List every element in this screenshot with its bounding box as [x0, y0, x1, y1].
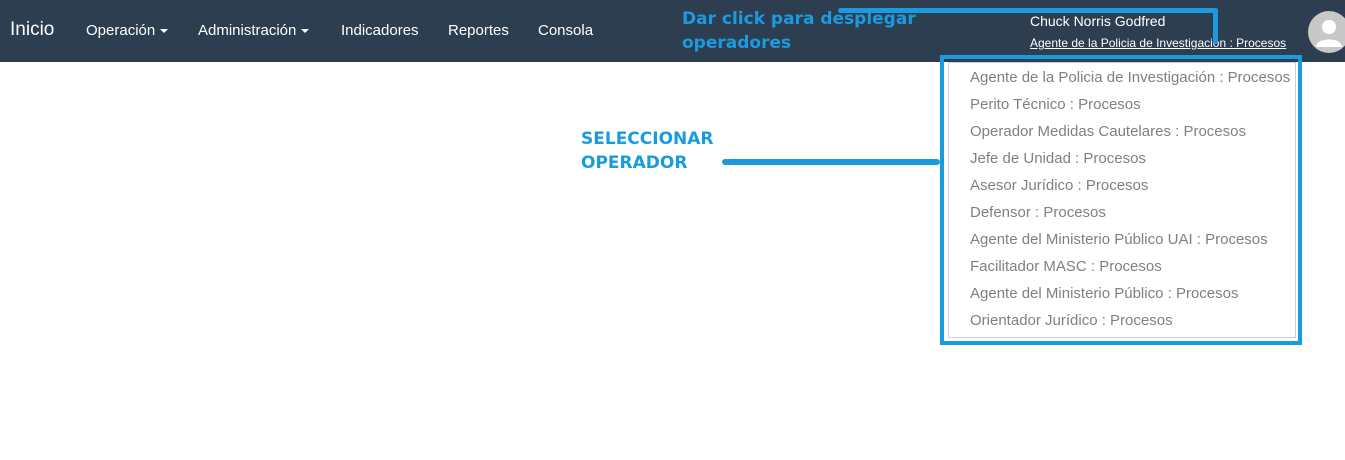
nav-link-consola[interactable]: Consola [538, 22, 593, 39]
annotation-select-operator: SELECCIONAR OPERADOR [581, 127, 714, 175]
annotation-click-instruction: Dar click para desplegar operadores [682, 7, 916, 55]
annotation-click-line2: operadores [682, 33, 792, 53]
annotation-select-line2: OPERADOR [581, 153, 688, 173]
caret-down-icon [301, 29, 310, 34]
annotation-arrow-line-top [838, 8, 1218, 13]
nav-menu-administracion[interactable]: Administración [198, 22, 310, 39]
annotation-highlight-box [940, 55, 1302, 345]
nav-link-indicadores[interactable]: Indicadores [341, 22, 419, 39]
nav-menu-administracion-label: Administración [198, 22, 297, 39]
user-name: Chuck Norris Godfred [1030, 13, 1166, 29]
user-avatar-icon[interactable] [1308, 11, 1345, 53]
user-role-toggle[interactable]: Agente de la Policia de Investigación : … [1030, 36, 1286, 50]
annotation-select-line1: SELECCIONAR [581, 129, 714, 149]
brand-link-inicio[interactable]: Inicio [10, 19, 54, 41]
nav-menu-operacion[interactable]: Operación [86, 22, 169, 39]
annotation-arrow-line-side [722, 159, 940, 165]
caret-down-icon [160, 29, 169, 34]
nav-menu-operacion-label: Operación [86, 22, 156, 39]
annotation-arrow-line-top-vertical [1213, 8, 1218, 44]
nav-link-reportes[interactable]: Reportes [448, 22, 509, 39]
